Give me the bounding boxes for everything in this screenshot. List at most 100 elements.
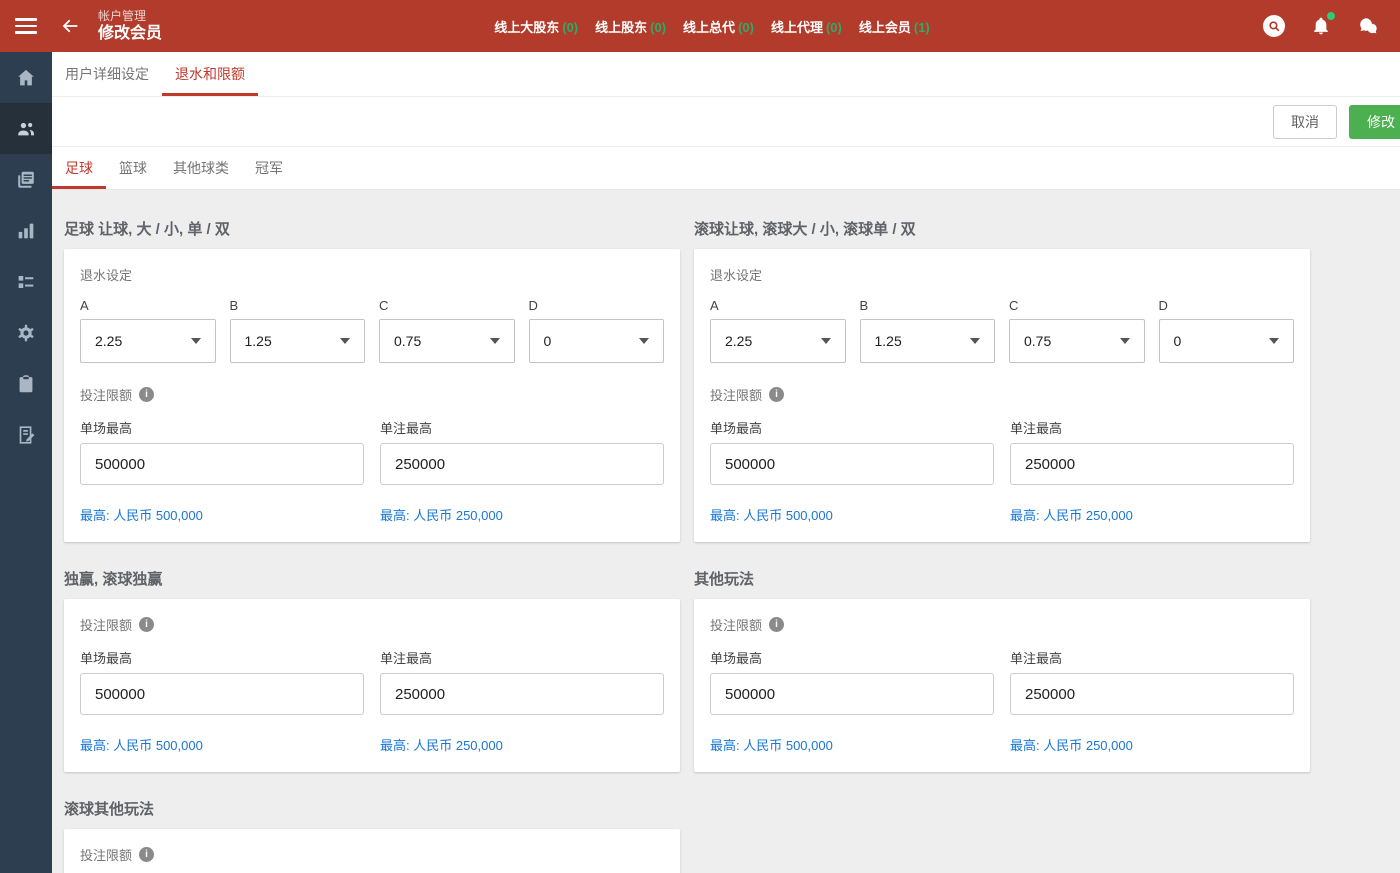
action-toolbar: 取消 修改 xyxy=(52,97,1400,147)
max-per-match-input[interactable] xyxy=(710,443,994,485)
info-icon[interactable]: i xyxy=(139,617,154,632)
rebate-field-c: C 0.75 xyxy=(379,298,515,363)
max-per-bet-input[interactable] xyxy=(380,443,664,485)
card-moneyline: 投注限额 i 单场最高 最高: 人民币 500,000 单注 xyxy=(64,599,680,772)
search-button[interactable] xyxy=(1262,14,1286,38)
title-block: 帐户管理 修改会员 xyxy=(98,9,162,44)
max-per-match-input[interactable] xyxy=(710,673,994,715)
card-football-handicap: 退水设定 A 2.25 B 1.25 xyxy=(64,249,680,542)
menu-button[interactable] xyxy=(0,0,52,52)
card-live-other: 投注限额 i 单场最高 最高: 人民币 500,000 单注 xyxy=(64,829,680,873)
rebate-b-select[interactable]: 1.25 xyxy=(230,319,366,363)
max-per-bet-input[interactable] xyxy=(1010,443,1294,485)
rebate-field-c: C 0.75 xyxy=(1009,298,1145,363)
info-icon[interactable]: i xyxy=(769,387,784,402)
ballot-icon xyxy=(15,271,37,293)
limit-note: 最高: 人民币 500,000 xyxy=(80,735,364,754)
right-column: 滚球让球, 滚球大 / 小, 滚球单 / 双 退水设定 A 2.25 B xyxy=(694,218,1310,772)
sidebar-item-home[interactable] xyxy=(0,52,52,103)
max-per-bet-field: 单注最高 最高: 人民币 250,000 xyxy=(1010,418,1294,524)
max-per-bet-input[interactable] xyxy=(380,673,664,715)
sidebar xyxy=(0,52,52,873)
count-badge: (1) xyxy=(914,20,930,35)
sidebar-item-contracts[interactable] xyxy=(0,409,52,460)
messages-button[interactable] xyxy=(1356,14,1380,38)
rebate-b-select[interactable]: 1.25 xyxy=(860,319,996,363)
max-per-match-input[interactable] xyxy=(80,673,364,715)
rebate-field-b: B 1.25 xyxy=(860,298,996,363)
back-button[interactable] xyxy=(52,0,88,52)
nav-online-agent[interactable]: 线上代理(0) xyxy=(771,17,842,36)
max-per-match-field: 单场最高 最高: 人民币 500,000 xyxy=(80,418,364,524)
tab-rebate-limits[interactable]: 退水和限额 xyxy=(162,52,258,96)
section-title: 滚球让球, 滚球大 / 小, 滚球单 / 双 xyxy=(694,218,1310,239)
limit-note: 最高: 人民币 250,000 xyxy=(380,505,664,524)
section-title: 足球 让球, 大 / 小, 单 / 双 xyxy=(64,218,680,239)
main-tabs: 用户详细设定 退水和限额 xyxy=(52,52,1400,97)
bet-limit-label: 投注限额 xyxy=(710,385,762,404)
users-icon xyxy=(15,118,37,140)
rebate-a-select[interactable]: 2.25 xyxy=(80,319,216,363)
rebate-d-select[interactable]: 0 xyxy=(529,319,665,363)
sidebar-item-reports[interactable] xyxy=(0,154,52,205)
sidebar-item-tasks[interactable] xyxy=(0,358,52,409)
limit-note: 最高: 人民币 250,000 xyxy=(1010,735,1294,754)
limit-note: 最高: 人民币 500,000 xyxy=(710,505,994,524)
chevron-down-icon xyxy=(340,338,350,344)
rebate-c-select[interactable]: 0.75 xyxy=(1009,319,1145,363)
max-per-bet-field: 单注最高 最高: 人民币 250,000 xyxy=(380,418,664,524)
rebate-a-select[interactable]: 2.25 xyxy=(710,319,846,363)
info-icon[interactable]: i xyxy=(769,617,784,632)
count-badge: (0) xyxy=(650,20,666,35)
rebate-c-select[interactable]: 0.75 xyxy=(379,319,515,363)
sidebar-item-accounts[interactable] xyxy=(0,103,52,154)
card-live-handicap: 退水设定 A 2.25 B 1.25 xyxy=(694,249,1310,542)
rebate-d-select[interactable]: 0 xyxy=(1159,319,1295,363)
bet-limit-label: 投注限额 xyxy=(80,845,132,864)
tab-basketball[interactable]: 篮球 xyxy=(106,147,160,189)
max-per-match-field: 单场最高 最高: 人民币 500,000 xyxy=(710,418,994,524)
tab-champion[interactable]: 冠军 xyxy=(242,147,296,189)
nav-online-member[interactable]: 线上会员(1) xyxy=(859,17,930,36)
hamburger-icon xyxy=(15,14,37,38)
chevron-down-icon xyxy=(490,338,500,344)
rebate-field-a: A 2.25 xyxy=(80,298,216,363)
rebate-field-a: A 2.25 xyxy=(710,298,846,363)
limit-note: 最高: 人民币 500,000 xyxy=(80,505,364,524)
breadcrumb: 帐户管理 xyxy=(98,9,162,24)
sidebar-item-lists[interactable] xyxy=(0,256,52,307)
documents-icon xyxy=(15,169,37,191)
header-actions xyxy=(1262,14,1380,38)
notifications-button[interactable] xyxy=(1309,14,1333,38)
nav-online-super-shareholder[interactable]: 线上大股东(0) xyxy=(494,17,578,36)
chevron-down-icon xyxy=(970,338,980,344)
nav-online-shareholder[interactable]: 线上股东(0) xyxy=(595,17,666,36)
home-icon xyxy=(15,67,37,89)
tab-user-details[interactable]: 用户详细设定 xyxy=(52,52,162,96)
nav-online-master-agent[interactable]: 线上总代(0) xyxy=(683,17,754,36)
info-icon[interactable]: i xyxy=(139,387,154,402)
max-per-bet-input[interactable] xyxy=(1010,673,1294,715)
chevron-down-icon xyxy=(1120,338,1130,344)
max-per-match-input[interactable] xyxy=(80,443,364,485)
bet-limit-label: 投注限额 xyxy=(80,385,132,404)
sidebar-item-settings[interactable] xyxy=(0,307,52,358)
info-icon[interactable]: i xyxy=(139,847,154,862)
top-header: 帐户管理 修改会员 线上大股东(0) 线上股东(0) 线上总代(0) 线上代理(… xyxy=(0,0,1400,52)
workspace: 用户详细设定 退水和限额 取消 修改 足球 篮球 其他球类 冠军 足球 让球, … xyxy=(52,52,1400,873)
rebate-field-b: B 1.25 xyxy=(230,298,366,363)
content-area: 足球 让球, 大 / 小, 单 / 双 退水设定 A 2.25 B 1 xyxy=(52,190,1400,873)
rebate-field-d: D 0 xyxy=(529,298,665,363)
sidebar-item-statistics[interactable] xyxy=(0,205,52,256)
account-level-nav: 线上大股东(0) 线上股东(0) 线上总代(0) 线上代理(0) 线上会员(1) xyxy=(162,17,1262,36)
tab-other-sports[interactable]: 其他球类 xyxy=(160,147,242,189)
limit-note: 最高: 人民币 500,000 xyxy=(710,735,994,754)
cancel-button[interactable]: 取消 xyxy=(1273,105,1337,139)
limit-note: 最高: 人民币 250,000 xyxy=(380,735,664,754)
max-per-match-field: 单场最高 最高: 人民币 500,000 xyxy=(80,648,364,754)
chevron-down-icon xyxy=(1269,338,1279,344)
submit-button[interactable]: 修改 xyxy=(1349,105,1400,139)
section-title: 独赢, 滚球独赢 xyxy=(64,568,680,589)
chevron-down-icon xyxy=(639,338,649,344)
tab-football[interactable]: 足球 xyxy=(52,147,106,189)
